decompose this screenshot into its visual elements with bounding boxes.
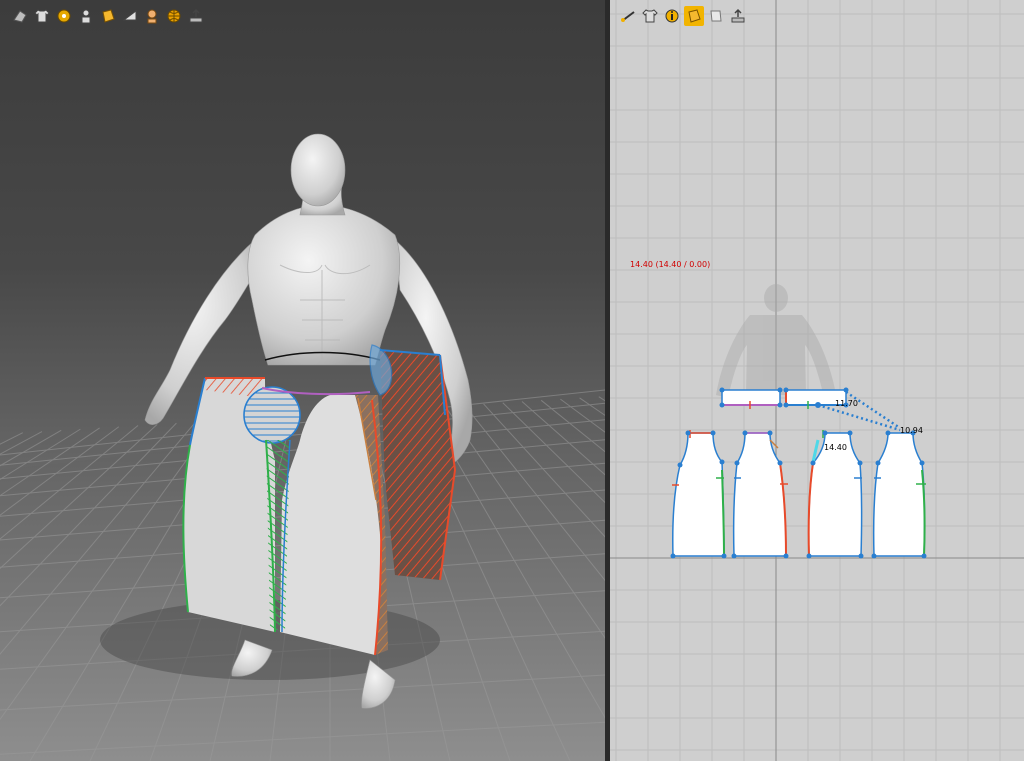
avatar-silhouette (716, 284, 836, 398)
texture-icon (100, 8, 116, 24)
toolbar3d-shirt-button[interactable] (32, 6, 52, 26)
toolbar2d-fold-button[interactable] (706, 6, 726, 26)
selected-point[interactable] (815, 402, 821, 408)
fold-icon (708, 8, 724, 24)
segment-icon (620, 8, 636, 24)
2d-pattern-view[interactable]: 11.70 10.94 14.40 14.40 (14.40 / 0.00) (610, 0, 1024, 761)
measurement-label-piece: 14.40 (824, 443, 847, 452)
3d-viewport[interactable] (0, 0, 606, 761)
toolbar3d-globe-button[interactable] (164, 6, 184, 26)
coordinate-readout: 14.40 (14.40 / 0.00) (630, 260, 711, 269)
3d-scene[interactable] (0, 0, 605, 761)
info-icon (664, 8, 680, 24)
toolbar2d-segment-button[interactable] (618, 6, 638, 26)
avatar-icon (78, 8, 94, 24)
toolbar2d-export-button[interactable] (728, 6, 748, 26)
pattern-grid (610, 0, 1024, 761)
waistband-piece-left[interactable] (719, 387, 783, 410)
shirt-icon (642, 8, 658, 24)
toolbar3d-simulate-button[interactable] (54, 6, 74, 26)
pattern-piece-1[interactable] (670, 430, 727, 559)
toolbar2d-shirt-button[interactable] (640, 6, 660, 26)
crotch-seam-hatch (244, 387, 300, 443)
simulate-icon (56, 8, 72, 24)
toolbar3d-flatten-button[interactable] (120, 6, 140, 26)
globe-icon (166, 8, 182, 24)
3d-toolbar (10, 6, 206, 26)
measurement-label-diagonal: 10.94 (900, 426, 923, 435)
2d-pattern-canvas[interactable]: 11.70 10.94 14.40 (610, 0, 1024, 761)
toolbar3d-export-button[interactable] (186, 6, 206, 26)
toolbar3d-avatar-button[interactable] (76, 6, 96, 26)
pattern-piece-4[interactable] (871, 430, 927, 559)
arrange-icon (12, 8, 28, 24)
pattern-piece-2[interactable] (731, 430, 789, 559)
export-icon (730, 8, 746, 24)
skin-icon (144, 8, 160, 24)
flatten-icon (122, 8, 138, 24)
shirt-icon (34, 8, 50, 24)
texture-icon (686, 8, 702, 24)
measurement-label-waistband: 11.70 (835, 399, 858, 408)
toolbar3d-arrange-button[interactable] (10, 6, 30, 26)
toolbar2d-texture-button[interactable] (684, 6, 704, 26)
2d-toolbar (618, 6, 748, 26)
toolbar3d-texture-button[interactable] (98, 6, 118, 26)
toolbar2d-info-button[interactable] (662, 6, 682, 26)
toolbar3d-skin-button[interactable] (142, 6, 162, 26)
export-icon (188, 8, 204, 24)
